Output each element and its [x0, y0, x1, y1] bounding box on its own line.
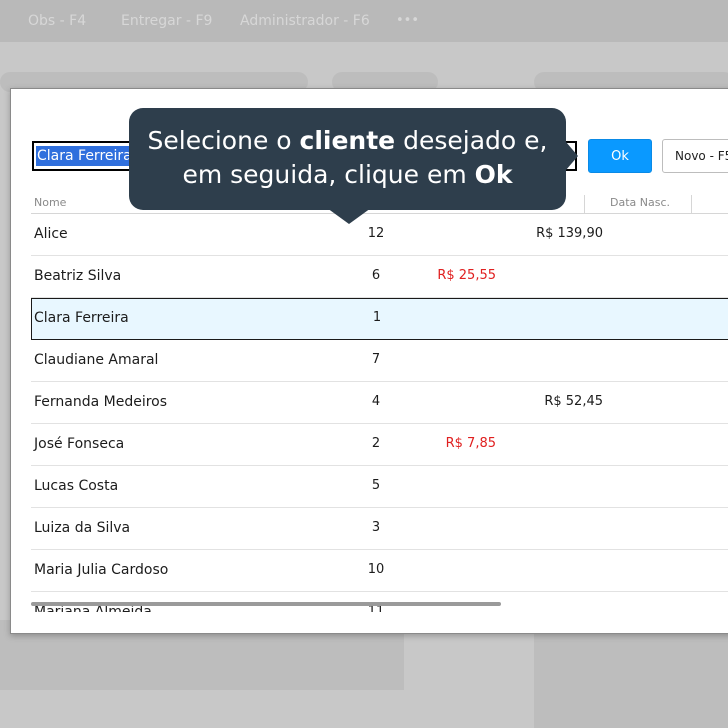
- table-row[interactable]: Fernanda Medeiros 4 R$ 52,45: [31, 382, 728, 424]
- client-code: 2: [371, 436, 381, 451]
- client-name: José Fonseca: [34, 436, 125, 452]
- top-menu-bar: Obs - F4 Entregar - F9 Administrador - F…: [0, 0, 728, 42]
- client-code: 7: [371, 352, 381, 367]
- search-selected-text: Clara Ferreira: [36, 146, 133, 166]
- tooltip-pointer-right: [566, 142, 578, 170]
- client-code: 10: [367, 562, 385, 577]
- novo-button[interactable]: Novo - F5: [662, 139, 728, 173]
- client-debt: R$ 25,55: [437, 268, 496, 283]
- tooltip-pointer-down: [327, 208, 371, 224]
- client-code: 6: [371, 268, 381, 283]
- client-name: Luiza da Silva: [34, 520, 131, 536]
- background-panel-bottom-right: [534, 620, 728, 728]
- client-debt: R$ 7,85: [445, 436, 496, 451]
- client-name: Clara Ferreira: [34, 310, 129, 326]
- table-row[interactable]: Luiza da Silva 3: [31, 508, 728, 550]
- client-name: Beatriz Silva: [34, 268, 122, 284]
- client-name: Maria Julia Cardoso: [34, 562, 169, 578]
- table-row[interactable]: José Fonseca 2 R$ 7,85: [31, 424, 728, 466]
- table-row[interactable]: Lucas Costa 5: [31, 466, 728, 508]
- client-list: Alice 12 R$ 139,90 Beatriz Silva 6 R$ 25…: [31, 214, 728, 612]
- table-row[interactable]: Beatriz Silva 6 R$ 25,55: [31, 256, 728, 298]
- more-options-icon[interactable]: •••: [396, 13, 419, 28]
- client-credit: R$ 52,45: [544, 394, 603, 409]
- client-name: Claudiane Amaral: [34, 352, 159, 368]
- menu-obs[interactable]: Obs - F4: [28, 13, 86, 29]
- table-row[interactable]: Alice 12 R$ 139,90: [31, 214, 728, 256]
- table-row[interactable]: Maria Julia Cardoso 10: [31, 550, 728, 592]
- table-row[interactable]: Claudiane Amaral 7: [31, 340, 728, 382]
- menu-entregar[interactable]: Entregar - F9: [121, 13, 212, 29]
- column-separator: [584, 195, 585, 213]
- client-code: 3: [371, 520, 381, 535]
- column-separator: [691, 195, 692, 213]
- client-name: Fernanda Medeiros: [34, 394, 168, 410]
- client-name: Alice: [34, 226, 68, 242]
- column-header-birth-date[interactable]: Data Nasc.: [610, 193, 670, 213]
- table-row-selected[interactable]: Clara Ferreira 1: [31, 298, 728, 340]
- client-credit: R$ 139,90: [536, 226, 603, 241]
- instruction-tooltip: Selecione o cliente desejado e, em segui…: [129, 108, 578, 224]
- horizontal-scrollbar[interactable]: [31, 602, 501, 606]
- tooltip-line-2: em seguida, clique em Ok: [182, 160, 513, 189]
- client-code: 4: [371, 394, 381, 409]
- column-header-name[interactable]: Nome: [34, 193, 66, 213]
- client-code: 1: [372, 310, 382, 325]
- ok-button[interactable]: Ok: [588, 139, 652, 173]
- tooltip-line-1: Selecione o cliente desejado e,: [147, 126, 548, 155]
- client-name: Lucas Costa: [34, 478, 119, 494]
- client-code: 12: [367, 226, 385, 241]
- client-code: 5: [371, 478, 381, 493]
- menu-administrador[interactable]: Administrador - F6: [240, 13, 370, 29]
